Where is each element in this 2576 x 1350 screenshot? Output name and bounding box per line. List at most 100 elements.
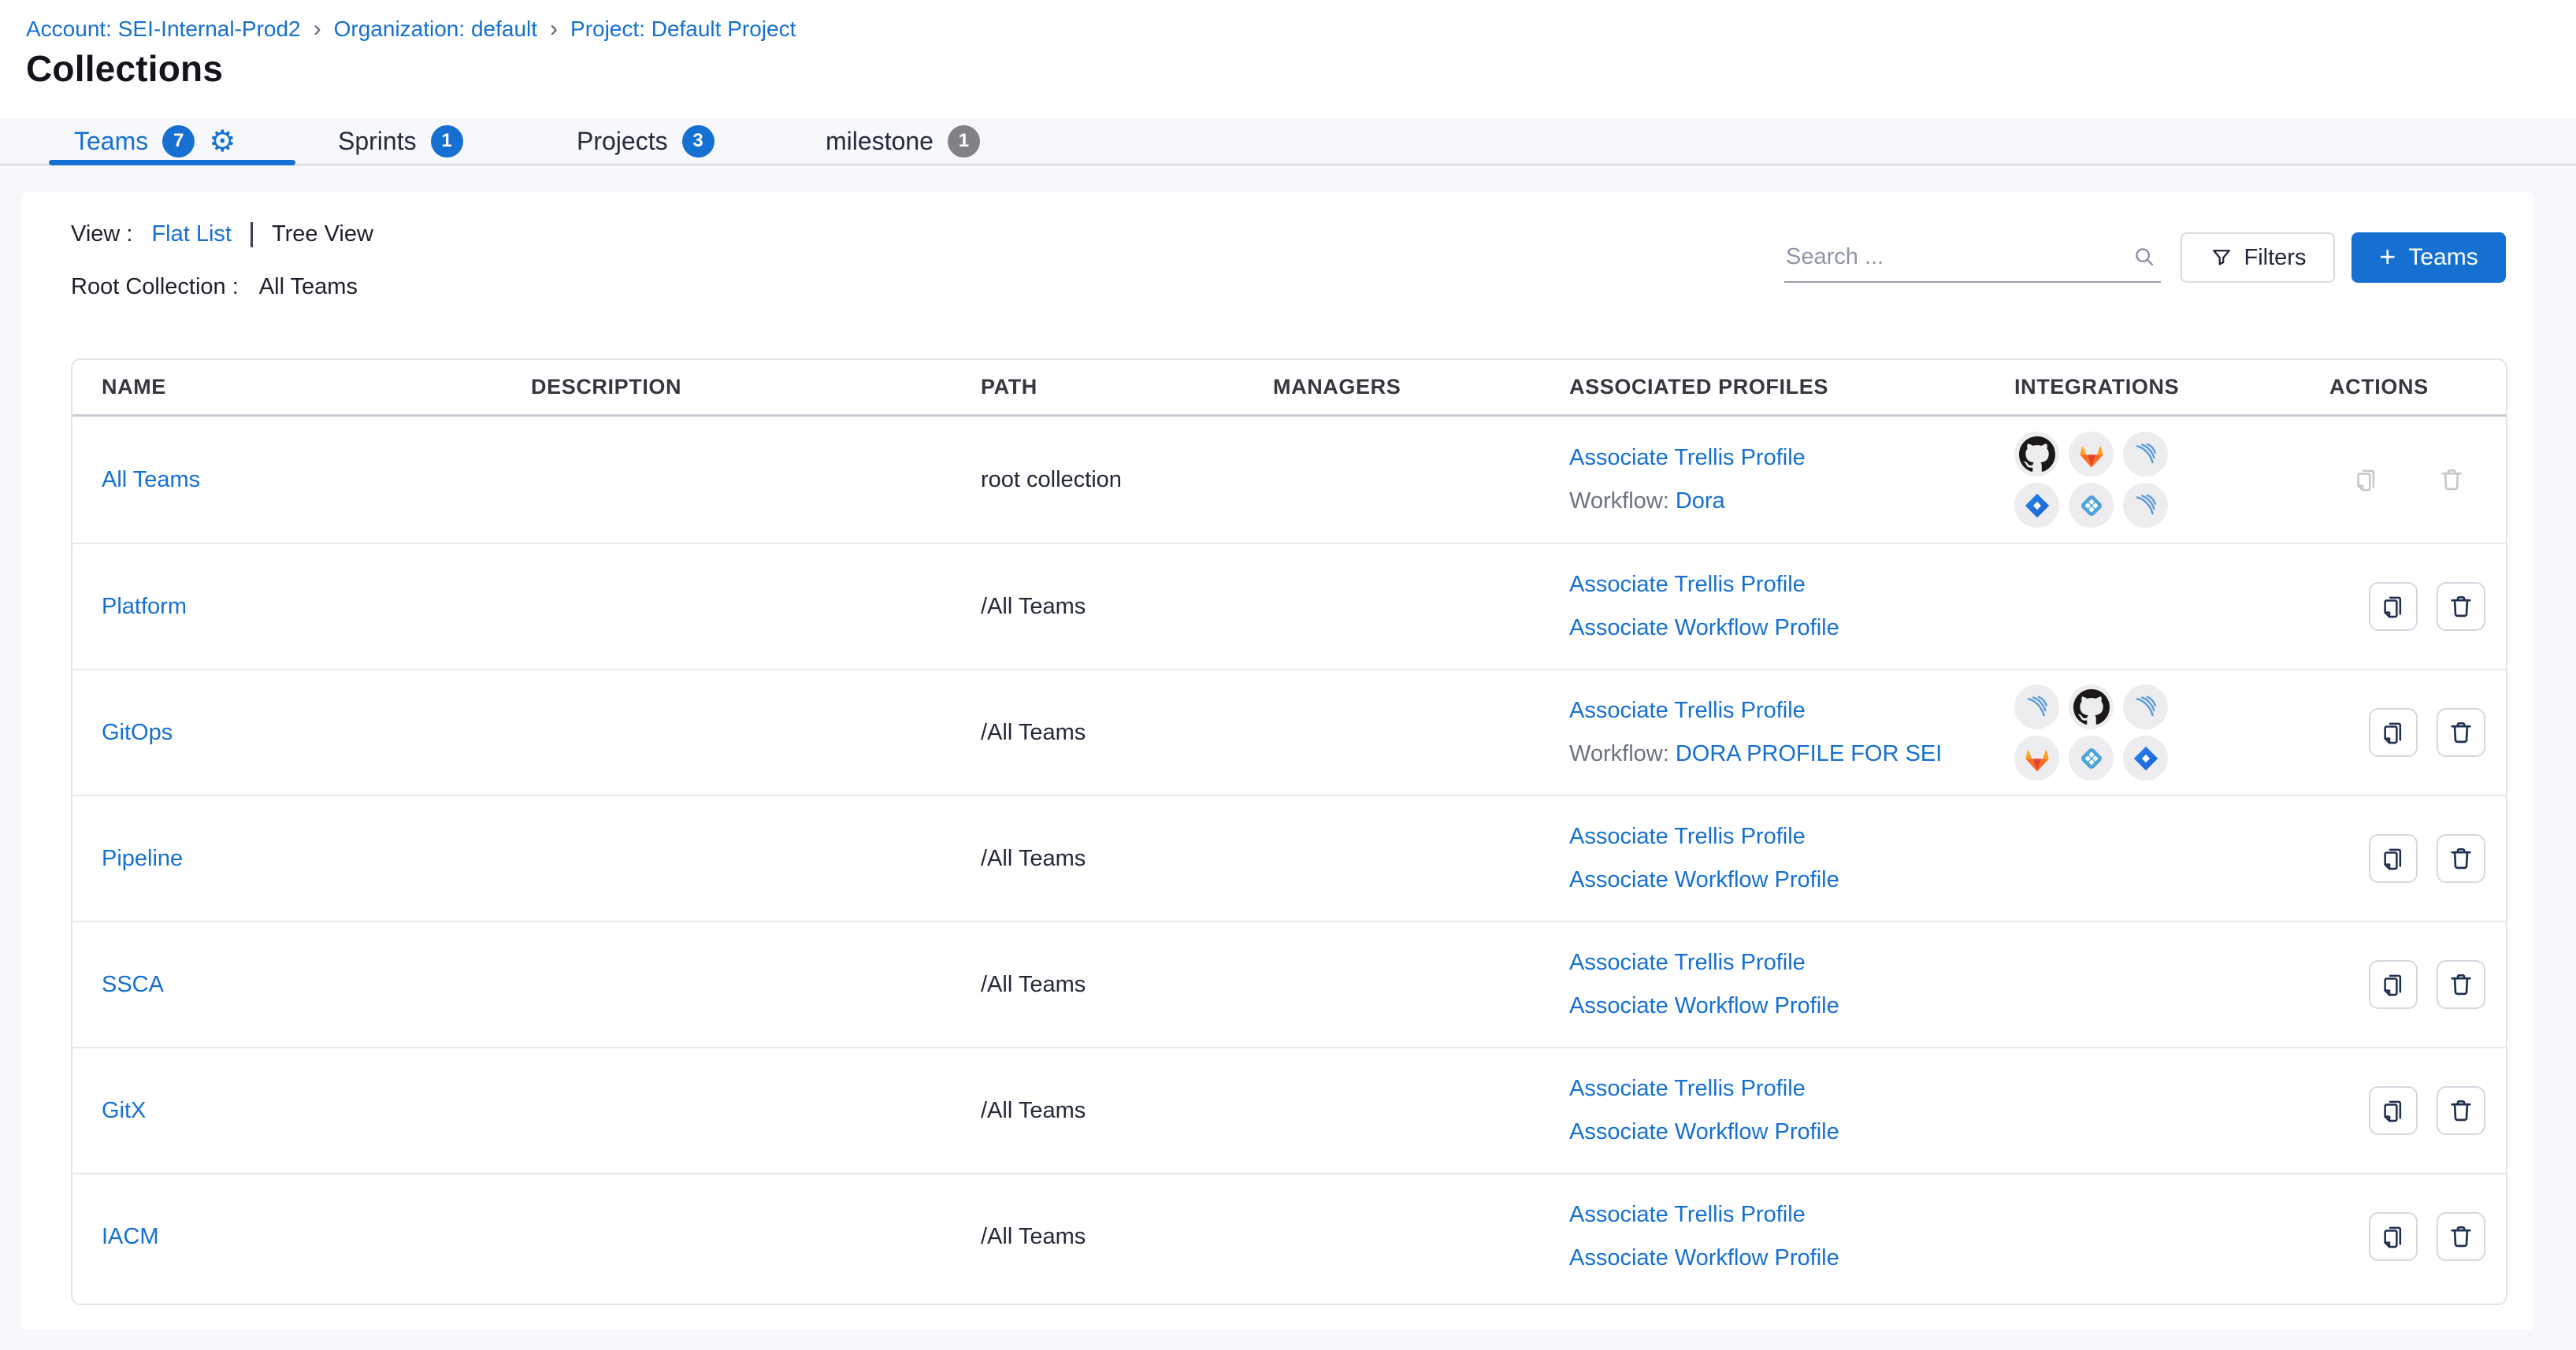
integrations-cell xyxy=(2014,684,2329,781)
flat-list-link[interactable]: Flat List xyxy=(151,221,232,247)
table-header: NAME DESCRIPTION PATH MANAGERS ASSOCIATE… xyxy=(72,360,2506,417)
trash-icon xyxy=(2437,465,2466,494)
gear-icon[interactable]: ⚙ xyxy=(209,126,236,156)
path-cell: /All Teams xyxy=(981,594,1273,620)
breadcrumb-organization-link[interactable]: Organization: default xyxy=(334,17,537,42)
collection-name-link[interactable]: Pipeline xyxy=(102,846,183,871)
view-label: View : xyxy=(71,221,132,247)
plus-icon: + xyxy=(2379,243,2396,271)
tab-teams[interactable]: Teams 7 ⚙ xyxy=(74,118,236,164)
trash-icon xyxy=(2447,1222,2475,1251)
filters-button[interactable]: Filters xyxy=(2181,232,2335,283)
associate-trellis-profile-link[interactable]: Associate Trellis Profile xyxy=(1569,1202,2014,1228)
table-body: All Teams root collection Associate Trel… xyxy=(72,417,2506,1299)
breadcrumb-account-link[interactable]: Account: SEI-Internal-Prod2 xyxy=(26,17,301,42)
associated-profiles-cell: Associate Trellis Profile Workflow: Dora xyxy=(1569,445,2014,514)
active-tab-underline xyxy=(49,160,295,165)
tab-count-badge: 1 xyxy=(948,125,980,158)
copy-icon xyxy=(2379,718,2407,747)
jira-icon xyxy=(2014,483,2059,528)
collection-name-link[interactable]: GitX xyxy=(102,1098,146,1123)
path-cell: /All Teams xyxy=(981,1098,1273,1124)
breadcrumb-project-link[interactable]: Project: Default Project xyxy=(570,17,796,42)
copy-button[interactable] xyxy=(2369,708,2418,757)
collection-name-link[interactable]: Platform xyxy=(102,594,187,619)
associate-trellis-profile-link[interactable]: Associate Trellis Profile xyxy=(1569,950,2014,976)
workflow-profile-link[interactable]: Associate Workflow Profile xyxy=(1569,615,1839,640)
name-cell: IACM xyxy=(102,1224,531,1250)
copy-button[interactable] xyxy=(2369,1212,2418,1261)
filters-label: Filters xyxy=(2244,245,2307,271)
search-box xyxy=(1784,234,2161,283)
tab-sprints[interactable]: Sprints 1 xyxy=(338,118,463,164)
delete-button[interactable] xyxy=(2437,960,2485,1009)
gitlab-icon xyxy=(2014,736,2059,781)
tab-count-badge: 3 xyxy=(682,125,715,158)
associated-profiles-cell: Associate Trellis Profile Associate Work… xyxy=(1569,1076,2014,1145)
workflow-profile-link[interactable]: Associate Workflow Profile xyxy=(1569,867,1839,892)
table-row: Platform /All Teams Associate Trellis Pr… xyxy=(72,543,2506,669)
collection-name-link[interactable]: All Teams xyxy=(102,467,200,492)
actions-cell xyxy=(2329,834,2506,883)
github-icon xyxy=(2014,432,2059,477)
associate-trellis-profile-link[interactable]: Associate Trellis Profile xyxy=(1569,698,2014,724)
diamond-grid-icon xyxy=(2069,736,2114,781)
content-panel: View : Flat List Tree View Root Collecti… xyxy=(22,191,2533,1330)
delete-button[interactable] xyxy=(2437,1212,2485,1261)
table-row: GitX /All Teams Associate Trellis Profil… xyxy=(72,1047,2506,1173)
add-teams-button[interactable]: + Teams xyxy=(2351,232,2506,283)
workflow-profile-link[interactable]: Dora xyxy=(1676,488,1725,514)
tab-projects[interactable]: Projects 3 xyxy=(577,118,715,164)
tab-label: Teams xyxy=(74,127,148,156)
tab-label: milestone xyxy=(826,127,934,156)
delete-button[interactable] xyxy=(2437,708,2485,757)
workflow-profile-link[interactable]: DORA PROFILE FOR SEI xyxy=(1676,741,1942,766)
root-collection-value: All Teams xyxy=(259,274,358,300)
delete-button[interactable] xyxy=(2437,582,2485,631)
sonar-arcs-icon xyxy=(2123,684,2168,729)
name-cell: GitX xyxy=(102,1098,531,1124)
search-input[interactable] xyxy=(1784,234,2118,280)
path-cell: /All Teams xyxy=(981,972,1273,998)
workflow-label: Workflow: xyxy=(1569,741,1676,766)
page-title: Collections xyxy=(26,47,223,90)
associate-trellis-profile-link[interactable]: Associate Trellis Profile xyxy=(1569,824,2014,850)
tab-label: Projects xyxy=(577,127,668,156)
associate-trellis-profile-link[interactable]: Associate Trellis Profile xyxy=(1569,1076,2014,1102)
column-header-name: NAME xyxy=(102,375,531,399)
associate-trellis-profile-link[interactable]: Associate Trellis Profile xyxy=(1569,445,2014,471)
collection-name-link[interactable]: SSCA xyxy=(102,972,164,997)
delete-button[interactable] xyxy=(2437,834,2485,883)
associated-profiles-cell: Associate Trellis Profile Associate Work… xyxy=(1569,1202,2014,1271)
copy-button[interactable] xyxy=(2369,1086,2418,1135)
collections-page: Account: SEI-Internal-Prod2 › Organizati… xyxy=(0,0,2576,1350)
column-header-description: DESCRIPTION xyxy=(531,375,981,399)
associated-profiles-cell: Associate Trellis Profile Associate Work… xyxy=(1569,824,2014,893)
name-cell: GitOps xyxy=(102,720,531,746)
workflow-profile-link[interactable]: Associate Workflow Profile xyxy=(1569,1245,1839,1270)
column-header-path: PATH xyxy=(981,375,1273,399)
tree-view-link[interactable]: Tree View xyxy=(272,221,373,247)
associate-trellis-profile-link[interactable]: Associate Trellis Profile xyxy=(1569,572,2014,598)
delete-button[interactable] xyxy=(2437,1086,2485,1135)
tab-milestone[interactable]: milestone 1 xyxy=(826,118,980,164)
copy-icon xyxy=(2379,1096,2407,1125)
copy-icon xyxy=(2379,970,2407,999)
trash-icon xyxy=(2447,970,2475,999)
actions-cell xyxy=(2329,1086,2506,1135)
workflow-profile-link[interactable]: Associate Workflow Profile xyxy=(1569,1119,1839,1144)
copy-button[interactable] xyxy=(2369,834,2418,883)
collection-name-link[interactable]: GitOps xyxy=(102,720,173,745)
path-cell: /All Teams xyxy=(981,846,1273,872)
github-icon xyxy=(2069,684,2114,729)
copy-button xyxy=(2342,455,2391,504)
integrations-cell xyxy=(2014,432,2329,528)
copy-button[interactable] xyxy=(2369,960,2418,1009)
actions-cell xyxy=(2329,582,2506,631)
tab-count-badge: 1 xyxy=(431,125,463,158)
copy-button[interactable] xyxy=(2369,582,2418,631)
table-row: SSCA /All Teams Associate Trellis Profil… xyxy=(72,921,2506,1047)
name-cell: All Teams xyxy=(102,467,531,493)
collection-name-link[interactable]: IACM xyxy=(102,1224,159,1249)
workflow-profile-link[interactable]: Associate Workflow Profile xyxy=(1569,993,1839,1018)
